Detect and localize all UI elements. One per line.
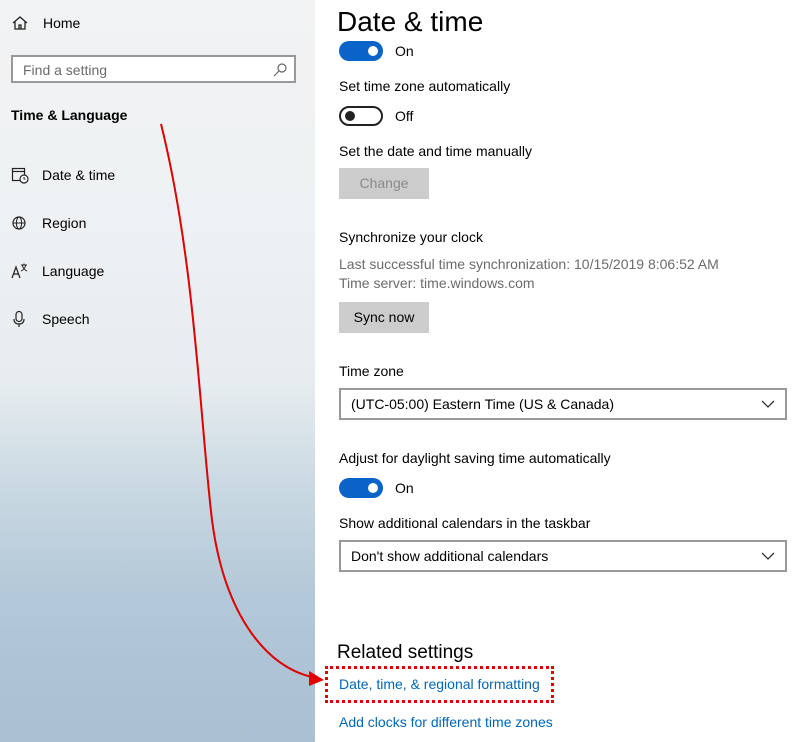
sync-label: Synchronize your clock [339, 229, 483, 245]
last-sync-text: Last successful time synchronization: 10… [339, 256, 719, 272]
set-timezone-auto-state: Off [395, 108, 414, 124]
language-icon [11, 263, 28, 279]
sidebar-item-date-time[interactable]: Date & time [0, 157, 315, 193]
calendars-label: Show additional calendars in the taskbar [339, 515, 591, 531]
search-input[interactable]: Find a setting [11, 55, 296, 83]
microphone-icon [13, 310, 25, 327]
time-zone-label: Time zone [339, 363, 404, 379]
search-icon [273, 63, 287, 77]
main-panel: Date & time On Set time zone automatical… [315, 0, 793, 742]
set-timezone-auto-label: Set time zone automatically [339, 78, 511, 94]
sidebar-item-region[interactable]: Region [0, 205, 315, 241]
daylight-label: Adjust for daylight saving time automati… [339, 450, 611, 466]
sidebar: Home Find a setting Time & Language Date… [0, 0, 315, 742]
search-placeholder: Find a setting [23, 62, 108, 78]
time-server-text: Time server: time.windows.com [339, 275, 535, 291]
calendars-value: Don't show additional calendars [351, 548, 549, 564]
calendars-select[interactable]: Don't show additional calendars [339, 540, 787, 572]
chevron-down-icon [761, 400, 775, 408]
set-manually-label: Set the date and time manually [339, 143, 533, 159]
time-zone-select[interactable]: (UTC-05:00) Eastern Time (US & Canada) [339, 388, 787, 420]
sync-now-button[interactable]: Sync now [339, 302, 429, 333]
time-zone-value: (UTC-05:00) Eastern Time (US & Canada) [351, 396, 614, 412]
regional-formatting-link[interactable]: Date, time, & regional formatting [339, 676, 540, 692]
sidebar-item-label: Region [42, 215, 87, 231]
chevron-down-icon [761, 552, 775, 560]
home-icon [12, 16, 28, 30]
sidebar-item-label: Speech [42, 311, 90, 327]
sidebar-item-label: Date & time [42, 167, 116, 183]
set-time-automatically-state: On [395, 43, 414, 59]
change-button[interactable]: Change [339, 168, 429, 199]
daylight-toggle[interactable] [339, 478, 383, 498]
daylight-state: On [395, 480, 414, 496]
globe-icon [12, 216, 26, 230]
sidebar-item-language[interactable]: Language [0, 253, 315, 289]
calendar-clock-icon [11, 167, 29, 184]
related-settings-title: Related settings [337, 642, 474, 663]
home-nav-item[interactable]: Home [0, 8, 315, 38]
add-clocks-link[interactable]: Add clocks for different time zones [339, 714, 553, 730]
sidebar-item-label: Language [42, 263, 105, 279]
section-title: Time & Language [11, 107, 128, 123]
page-title: Date & time [337, 6, 484, 37]
home-label: Home [43, 15, 81, 31]
sidebar-item-speech[interactable]: Speech [0, 301, 315, 337]
set-time-automatically-toggle[interactable] [339, 41, 383, 61]
set-timezone-auto-toggle[interactable] [339, 106, 383, 126]
